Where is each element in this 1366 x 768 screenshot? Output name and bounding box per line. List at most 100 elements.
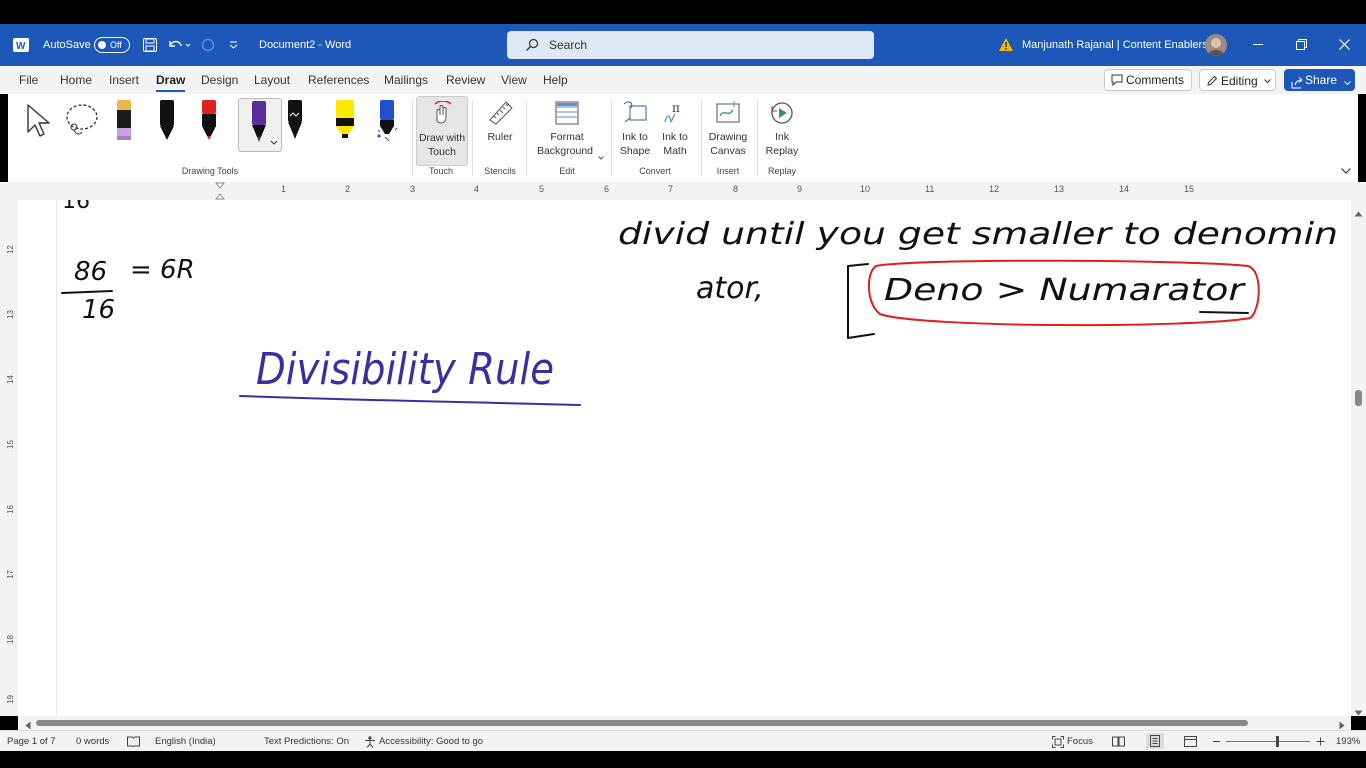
autosave-toggle[interactable]: Off (94, 37, 130, 53)
ink-to-shape-button[interactable]: Ink to Shape (615, 96, 655, 164)
ink-to-shape-icon (622, 100, 648, 129)
page-count[interactable]: Page 1 of 7 (7, 731, 56, 752)
language[interactable]: English (India) (155, 731, 216, 752)
accessibility-icon[interactable] (364, 736, 376, 751)
menu-references[interactable]: References (308, 66, 369, 94)
select-arrow-icon[interactable] (24, 102, 54, 141)
draw-with-touch-button[interactable]: Draw with Touch (416, 96, 468, 166)
focus-label[interactable]: Focus (1067, 731, 1093, 752)
menu-layout[interactable]: Layout (254, 66, 290, 94)
menu-review[interactable]: Review (446, 66, 485, 94)
zoom-in-icon[interactable] (1316, 737, 1325, 749)
web-layout-icon[interactable] (1184, 736, 1197, 750)
menu-file[interactable]: File (19, 66, 38, 94)
document-page[interactable]: 16 divid until you get smaller to denomi… (18, 200, 1351, 716)
customize-qat-icon[interactable] (229, 39, 239, 53)
ink-equation-numerator: 86 (74, 257, 107, 287)
drawing-canvas-label-1: Drawing (708, 131, 748, 143)
highlighter-yellow-icon[interactable] (331, 100, 359, 145)
editing-mode-button[interactable]: Editing (1199, 69, 1276, 91)
print-layout-icon[interactable] (1146, 733, 1164, 749)
lasso-select-icon[interactable] (64, 102, 102, 141)
share-icon (1291, 74, 1303, 96)
menu-draw[interactable]: Draw (156, 66, 186, 94)
horizontal-ruler[interactable]: 1 2 3 4 5 6 7 8 9 10 11 12 13 14 15 (0, 182, 1366, 201)
horizontal-scrollbar[interactable] (18, 716, 1351, 730)
read-mode-icon[interactable] (1112, 736, 1125, 750)
vertical-scrollbar[interactable] (1351, 200, 1366, 716)
format-background-label-2: Background (536, 145, 594, 157)
zoom-out-icon[interactable] (1213, 741, 1220, 742)
menu-insert[interactable]: Insert (109, 66, 139, 94)
comments-button[interactable]: Comments (1104, 69, 1192, 91)
scroll-down-icon[interactable] (1354, 705, 1363, 719)
status-bar: Page 1 of 7 0 words English (India) Text… (0, 730, 1366, 752)
autosave-label: AutoSave (43, 39, 91, 51)
ruler-number: 11 (925, 184, 935, 194)
zoom-level[interactable]: 193% (1336, 731, 1360, 752)
drawing-canvas-label-2: Canvas (710, 145, 746, 157)
ink-to-math-button[interactable]: π Ink to Math (655, 96, 695, 164)
ruler-number: 17 (5, 570, 15, 579)
draw-with-touch-label-2: Touch (427, 146, 457, 158)
group-touch: Touch (428, 166, 454, 176)
collapse-ribbon-icon[interactable] (1341, 164, 1351, 178)
user-name[interactable]: Manjunath Rajanal | Content Enablers (1022, 24, 1208, 66)
zoom-slider[interactable] (1226, 736, 1310, 747)
indent-marker-icon[interactable] (214, 182, 226, 200)
ink-replay-label-2: Replay (765, 145, 799, 157)
ink-to-shape-label-2: Shape (619, 145, 651, 157)
redo-icon[interactable] (200, 37, 216, 56)
save-icon[interactable] (142, 37, 158, 56)
pen-galaxy-blue-icon[interactable] (375, 100, 399, 145)
pen-purple-selected[interactable] (238, 98, 282, 152)
chevron-down-icon[interactable] (1344, 74, 1351, 96)
restore-icon[interactable] (1296, 39, 1307, 53)
horizontal-scroll-thumb[interactable] (36, 720, 1248, 726)
menu-design[interactable]: Design (201, 66, 238, 94)
vertical-scroll-thumb[interactable] (1355, 390, 1362, 406)
menu-home[interactable]: Home (60, 66, 92, 94)
avatar[interactable] (1205, 34, 1227, 56)
word-count[interactable]: 0 words (76, 731, 109, 752)
group-replay: Replay (767, 166, 796, 176)
ruler-number: 7 (668, 184, 674, 194)
ink-to-math-label-1: Ink to (662, 131, 688, 143)
zoom-slider-thumb[interactable] (1276, 736, 1279, 747)
ruler-number: 15 (1184, 184, 1195, 194)
undo-icon[interactable] (166, 37, 192, 56)
ink-to-shape-label-1: Ink to (622, 131, 648, 143)
pen-black-icon[interactable] (156, 100, 178, 145)
drawing-canvas-button[interactable]: Drawing Canvas (705, 96, 751, 164)
format-background-button[interactable]: Format Background (530, 96, 604, 164)
word-logo-icon: W (13, 38, 29, 52)
group-convert: Convert (639, 166, 671, 176)
pen-red-icon[interactable] (198, 100, 220, 145)
ruler-button[interactable]: Ruler (478, 96, 522, 164)
ruler-number: 15 (5, 440, 15, 449)
ink-replay-button[interactable]: Ink Replay (761, 96, 803, 164)
ink-replay-icon (769, 100, 795, 129)
text-predictions[interactable]: Text Predictions: On (264, 731, 349, 752)
menu-view[interactable]: View (501, 66, 527, 94)
search-box[interactable]: Search (507, 31, 874, 59)
pen-black-fine-icon[interactable] (284, 100, 306, 145)
close-icon[interactable] (1339, 39, 1350, 53)
ruler-number: 14 (1119, 184, 1130, 194)
warning-icon[interactable] (998, 37, 1014, 55)
touch-hand-icon (431, 100, 453, 128)
ink-top-fragment: 16 (62, 200, 90, 214)
highlighter-pink-icon[interactable] (113, 100, 135, 145)
ink-to-math-label-2: Math (663, 145, 687, 157)
minimize-icon[interactable] (1253, 44, 1263, 45)
format-background-label-1: Format (550, 131, 584, 143)
scroll-up-icon[interactable] (1354, 206, 1363, 220)
proofing-book-icon[interactable] (127, 736, 140, 750)
menu-mailings[interactable]: Mailings (384, 66, 428, 94)
share-button[interactable]: Share (1284, 69, 1355, 91)
accessibility-status[interactable]: Accessibility: Good to go (379, 731, 483, 752)
ink-to-math-icon: π (662, 100, 688, 129)
menu-help[interactable]: Help (543, 66, 568, 94)
focus-icon[interactable] (1052, 736, 1064, 751)
vertical-ruler[interactable]: 12 13 14 15 16 17 18 19 (0, 200, 18, 716)
